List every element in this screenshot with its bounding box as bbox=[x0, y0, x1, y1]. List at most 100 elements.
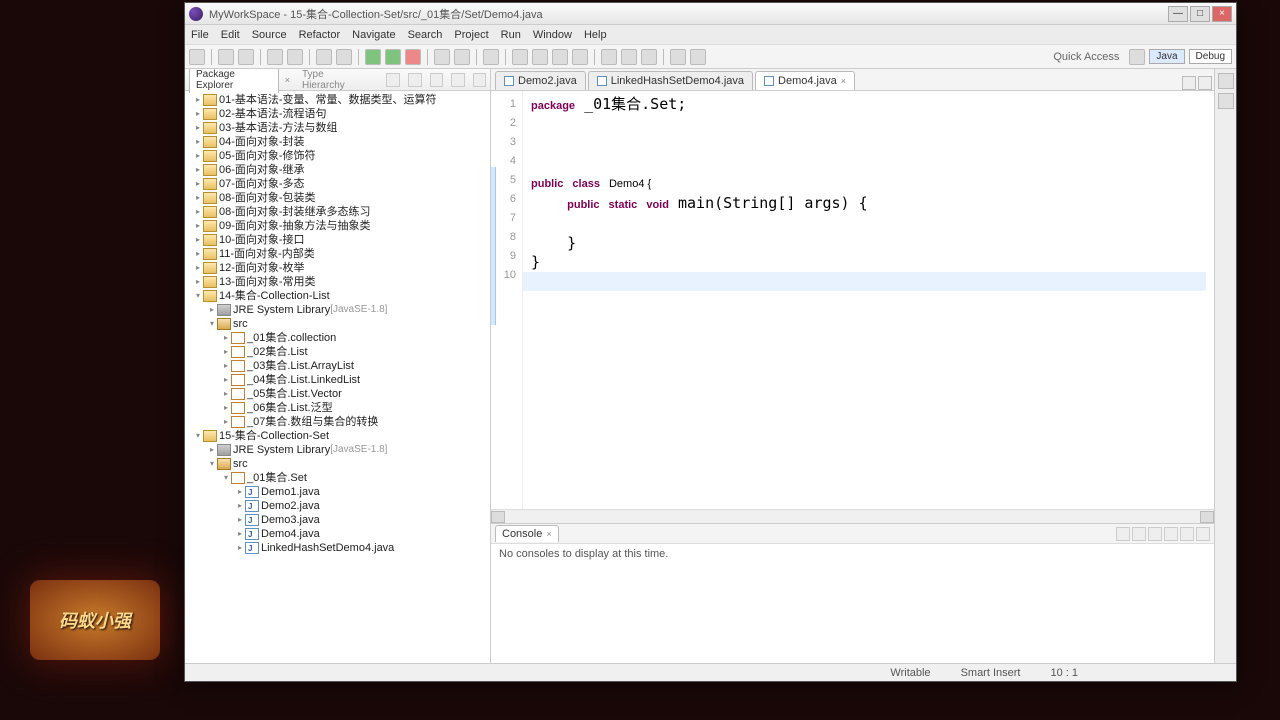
tree-item[interactable]: ▸12-面向对象-枚举 bbox=[185, 261, 490, 275]
tree-item[interactable]: ▸Demo2.java bbox=[185, 499, 490, 513]
expand-icon[interactable]: ▸ bbox=[235, 527, 245, 541]
console-tool[interactable] bbox=[1132, 527, 1146, 541]
tree-item[interactable]: ▸04-面向对象-封装 bbox=[185, 135, 490, 149]
menu-refactor[interactable]: Refactor bbox=[299, 29, 341, 41]
tree-item[interactable]: ▾src bbox=[185, 317, 490, 331]
tree-item[interactable]: ▾src bbox=[185, 457, 490, 471]
tree-item[interactable]: ▸10-面向对象-接口 bbox=[185, 233, 490, 247]
tree-item[interactable]: ▸11-面向对象-内部类 bbox=[185, 247, 490, 261]
new-package-button[interactable] bbox=[454, 49, 470, 65]
view-menu-button[interactable] bbox=[430, 73, 444, 87]
maximize-view-button[interactable] bbox=[473, 73, 487, 87]
tree-item[interactable]: ▸Demo4.java bbox=[185, 527, 490, 541]
run-button[interactable] bbox=[385, 49, 401, 65]
titlebar[interactable]: MyWorkSpace - 15-集合-Collection-Set/src/_… bbox=[185, 3, 1236, 25]
expand-icon[interactable]: ▸ bbox=[193, 205, 203, 219]
expand-icon[interactable]: ▸ bbox=[207, 443, 217, 457]
editor-tab-demo2[interactable]: Demo2.java bbox=[495, 71, 586, 90]
expand-icon[interactable]: ▸ bbox=[221, 387, 231, 401]
minimize-button[interactable]: — bbox=[1168, 6, 1188, 22]
code-content[interactable]: package package _01集合.Set;_01集合.Set; pub… bbox=[523, 91, 1214, 509]
editor-minimize-button[interactable] bbox=[1182, 76, 1196, 90]
open-perspective-button[interactable] bbox=[1129, 49, 1145, 65]
tree-item[interactable]: ▸05-面向对象-修饰符 bbox=[185, 149, 490, 163]
save-button[interactable] bbox=[218, 49, 234, 65]
type-hierarchy-tab[interactable]: Type Hierarchy bbox=[296, 69, 373, 93]
expand-icon[interactable]: ▸ bbox=[235, 541, 245, 555]
editor-maximize-button[interactable] bbox=[1198, 76, 1212, 90]
tree-item[interactable]: ▾15-集合-Collection-Set bbox=[185, 429, 490, 443]
project-tree[interactable]: ▸01-基本语法-变量、常量、数据类型、运算符▸02-基本语法-流程语句▸03-… bbox=[185, 91, 490, 663]
toolbar-button[interactable] bbox=[641, 49, 657, 65]
expand-icon[interactable]: ▸ bbox=[235, 485, 245, 499]
expand-icon[interactable]: ▸ bbox=[193, 107, 203, 121]
external-tools-button[interactable] bbox=[405, 49, 421, 65]
console-tool[interactable] bbox=[1148, 527, 1162, 541]
expand-icon[interactable]: ▸ bbox=[193, 135, 203, 149]
expand-icon[interactable]: ▸ bbox=[193, 121, 203, 135]
editor-tab-demo4[interactable]: Demo4.java× bbox=[755, 71, 855, 90]
new-button[interactable] bbox=[189, 49, 205, 65]
tree-item[interactable]: ▸Demo3.java bbox=[185, 513, 490, 527]
expand-icon[interactable]: ▾ bbox=[193, 429, 203, 443]
toolbar-button[interactable] bbox=[601, 49, 617, 65]
expand-icon[interactable]: ▸ bbox=[193, 163, 203, 177]
menu-run[interactable]: Run bbox=[501, 29, 521, 41]
tree-item[interactable]: ▸JRE System Library [JavaSE-1.8] bbox=[185, 303, 490, 317]
expand-icon[interactable]: ▸ bbox=[193, 275, 203, 289]
toolbar-button[interactable] bbox=[336, 49, 352, 65]
expand-icon[interactable]: ▸ bbox=[235, 513, 245, 527]
expand-icon[interactable]: ▸ bbox=[193, 93, 203, 107]
editor-tab-linkedhashset[interactable]: LinkedHashSetDemo4.java bbox=[588, 71, 753, 90]
package-explorer-close-icon[interactable]: × bbox=[285, 75, 290, 85]
maximize-button[interactable]: □ bbox=[1190, 6, 1210, 22]
tree-item[interactable]: ▸_05集合.List.Vector bbox=[185, 387, 490, 401]
tree-item[interactable]: ▸13-面向对象-常用类 bbox=[185, 275, 490, 289]
toolbar-button[interactable] bbox=[532, 49, 548, 65]
toolbar-button[interactable] bbox=[552, 49, 568, 65]
toolbar-button[interactable] bbox=[572, 49, 588, 65]
task-list-button[interactable] bbox=[1218, 93, 1234, 109]
expand-icon[interactable]: ▸ bbox=[221, 373, 231, 387]
tree-item[interactable]: ▸09-面向对象-抽象方法与抽象类 bbox=[185, 219, 490, 233]
toolbar-button[interactable] bbox=[621, 49, 637, 65]
package-explorer-tab[interactable]: Package Explorer bbox=[189, 69, 279, 93]
tree-item[interactable]: ▸06-面向对象-继承 bbox=[185, 163, 490, 177]
scroll-right-icon[interactable] bbox=[1200, 511, 1214, 523]
expand-icon[interactable]: ▾ bbox=[193, 289, 203, 303]
tree-item[interactable]: ▸_03集合.List.ArrayList bbox=[185, 359, 490, 373]
tree-item[interactable]: ▸_01集合.collection bbox=[185, 331, 490, 345]
expand-icon[interactable]: ▸ bbox=[193, 261, 203, 275]
expand-icon[interactable]: ▸ bbox=[221, 359, 231, 373]
scroll-left-icon[interactable] bbox=[491, 511, 505, 523]
quick-access[interactable]: Quick Access bbox=[1053, 51, 1119, 63]
tree-item[interactable]: ▸_06集合.List.泛型 bbox=[185, 401, 490, 415]
toolbar-button[interactable] bbox=[267, 49, 283, 65]
expand-icon[interactable]: ▸ bbox=[221, 401, 231, 415]
console-tool[interactable] bbox=[1164, 527, 1178, 541]
close-console-icon[interactable]: × bbox=[546, 529, 551, 539]
debug-button[interactable] bbox=[365, 49, 381, 65]
tree-item[interactable]: ▸LinkedHashSetDemo4.java bbox=[185, 541, 490, 555]
tree-item[interactable]: ▾14-集合-Collection-List bbox=[185, 289, 490, 303]
search-button[interactable] bbox=[512, 49, 528, 65]
expand-icon[interactable]: ▸ bbox=[193, 247, 203, 261]
tree-item[interactable]: ▸JRE System Library [JavaSE-1.8] bbox=[185, 443, 490, 457]
tree-item[interactable]: ▸03-基本语法-方法与数组 bbox=[185, 121, 490, 135]
link-editor-button[interactable] bbox=[408, 73, 422, 87]
editor-horizontal-scrollbar[interactable] bbox=[491, 509, 1214, 523]
new-class-button[interactable] bbox=[434, 49, 450, 65]
expand-icon[interactable]: ▾ bbox=[221, 471, 231, 485]
expand-icon[interactable]: ▸ bbox=[221, 415, 231, 429]
menu-search[interactable]: Search bbox=[408, 29, 443, 41]
forward-button[interactable] bbox=[690, 49, 706, 65]
expand-icon[interactable]: ▸ bbox=[221, 345, 231, 359]
minimize-view-button[interactable] bbox=[451, 73, 465, 87]
open-type-button[interactable] bbox=[483, 49, 499, 65]
maximize-console-button[interactable] bbox=[1196, 527, 1210, 541]
expand-icon[interactable]: ▾ bbox=[207, 317, 217, 331]
tree-item[interactable]: ▸02-基本语法-流程语句 bbox=[185, 107, 490, 121]
console-tool[interactable] bbox=[1116, 527, 1130, 541]
expand-icon[interactable]: ▸ bbox=[207, 303, 217, 317]
java-perspective[interactable]: Java bbox=[1149, 49, 1184, 64]
